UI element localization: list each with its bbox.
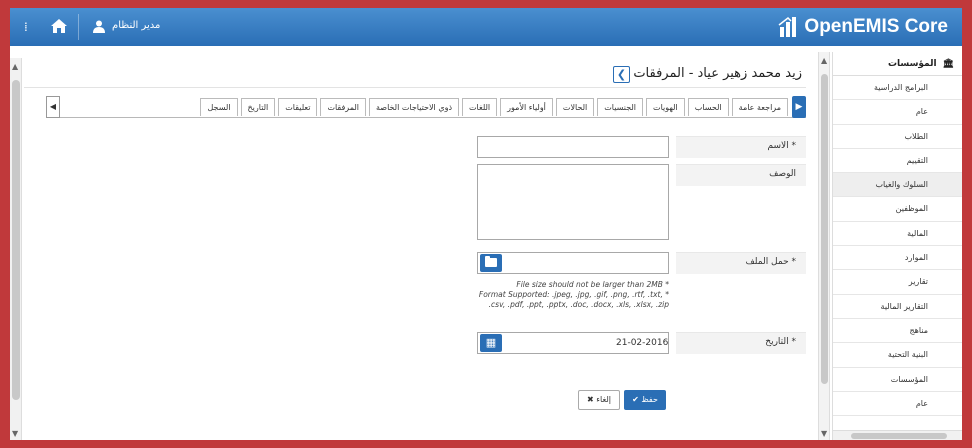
file-size-hint: File size should not be larger than 2MB … xyxy=(516,280,669,289)
sidebar-item[interactable]: التقارير المالية xyxy=(833,295,962,319)
page-title: زيد محمد زهير عياد - المرفقات xyxy=(633,66,802,81)
tab-account[interactable]: الحساب xyxy=(687,98,729,116)
tab-scroll-right-button[interactable]: ▶ xyxy=(792,96,806,118)
openemis-logo-icon xyxy=(778,17,797,37)
tab-languages[interactable]: اللغات xyxy=(462,98,498,116)
institution-icon: 🏛 xyxy=(942,58,954,69)
name-label: * الاسم xyxy=(676,136,806,158)
tab-history[interactable]: التاريخ xyxy=(240,98,276,116)
divider xyxy=(78,14,79,40)
save-button[interactable]: ✔ حفظ xyxy=(624,390,666,410)
save-label: حفظ xyxy=(641,395,658,404)
browse-file-button[interactable] xyxy=(480,254,502,272)
file-format-hint: Format Supported: .jpeg, .jpg, .gif, .pn… xyxy=(478,290,669,299)
calendar-icon[interactable]: ▦ xyxy=(480,334,502,352)
app-window: ⁞ مدير النظام OpenEMIS Core ▲ ▼ زيد محمد xyxy=(10,8,962,440)
sidebar: 🏛 المؤسسات البرامج الدراسية عام الطلاب ا… xyxy=(832,52,962,440)
back-button[interactable]: ❮ xyxy=(613,66,630,83)
sidebar-item[interactable]: البنية التحتية xyxy=(833,343,962,368)
description-textarea[interactable] xyxy=(477,164,669,240)
scroll-up-icon[interactable]: ▲ xyxy=(821,56,827,65)
tab-statuses[interactable]: الحالات xyxy=(555,98,595,116)
cancel-button[interactable]: ✖ إلغاء xyxy=(578,390,620,410)
tab-identities[interactable]: الهويات xyxy=(646,98,685,116)
tab-special-needs[interactable]: ذوي الاحتياجات الخاصة xyxy=(368,98,460,116)
description-label: الوصف xyxy=(676,164,806,186)
sidebar-item[interactable]: التقييم xyxy=(833,149,962,174)
check-icon: ✔ xyxy=(632,395,639,404)
main-content: زيد محمد زهير عياد - المرفقات ❮ ◀ مراجعة… xyxy=(24,52,806,440)
sidebar-item[interactable]: المؤسسات xyxy=(833,368,962,392)
home-icon[interactable] xyxy=(50,17,68,35)
sidebar-item[interactable]: عام xyxy=(833,100,962,125)
date-value: 21-02-2016 xyxy=(616,338,669,348)
scroll-up-icon[interactable]: ▲ xyxy=(12,62,18,71)
sidebar-item[interactable]: البرامج الدراسية xyxy=(833,76,962,101)
brand-name: OpenEMIS Core xyxy=(804,16,948,37)
tab-comments[interactable]: تعليقات xyxy=(278,98,318,116)
file-path-field[interactable] xyxy=(477,252,669,274)
tab-bar: ◀ مراجعة عامة الحساب الهويات الجنسيات ال… xyxy=(46,96,806,118)
sidebar-item[interactable]: مناهج xyxy=(833,319,962,344)
menu-icon[interactable]: ⁞ xyxy=(24,20,28,34)
file-format-list: .csv, .pdf, .ppt, .pptx, .doc, .docx, .x… xyxy=(488,300,669,309)
sidebar-header[interactable]: 🏛 المؤسسات xyxy=(833,52,962,76)
folder-icon xyxy=(485,256,497,267)
tab-attachments[interactable]: المرفقات xyxy=(320,98,366,116)
sidebar-item[interactable]: الموظفين xyxy=(833,197,962,222)
close-icon: ✖ xyxy=(587,395,594,404)
name-input[interactable] xyxy=(477,136,669,158)
tab-nationalities[interactable]: الجنسيات xyxy=(597,98,644,116)
tab-scroll-left-button[interactable]: ◀ xyxy=(46,96,60,118)
date-label: * التاريخ xyxy=(676,332,806,354)
sidebar-item[interactable]: الموارد xyxy=(833,246,962,271)
scrollbar-thumb[interactable] xyxy=(851,433,947,439)
brand: OpenEMIS Core xyxy=(778,15,948,39)
file-upload-label: * حمل الملف xyxy=(676,252,806,274)
cancel-label: إلغاء xyxy=(596,395,611,404)
scroll-down-icon[interactable]: ▼ xyxy=(821,429,827,438)
scrollbar-thumb[interactable] xyxy=(12,80,20,400)
tab-guardians[interactable]: أولياء الأمور xyxy=(500,98,553,116)
tabs: مراجعة عامة الحساب الهويات الجنسيات الحا… xyxy=(200,98,788,116)
top-navigation-bar: ⁞ مدير النظام OpenEMIS Core xyxy=(10,8,962,46)
user-icon[interactable] xyxy=(92,19,106,33)
content-scrollbar[interactable]: ▲ ▼ xyxy=(818,52,830,440)
tab-log[interactable]: السجل xyxy=(200,98,238,116)
sidebar-item-active[interactable]: السلوك والغياب xyxy=(833,173,962,198)
sidebar-header-label: المؤسسات xyxy=(887,58,937,69)
sidebar-item[interactable]: تقارير xyxy=(833,270,962,295)
sidebar-horizontal-scrollbar[interactable] xyxy=(833,430,962,440)
tab-overview[interactable]: مراجعة عامة xyxy=(731,98,788,116)
user-name[interactable]: مدير النظام xyxy=(112,20,160,31)
page-scrollbar[interactable]: ▲ ▼ xyxy=(10,58,22,440)
page-header: زيد محمد زهير عياد - المرفقات ❮ xyxy=(24,62,806,88)
scrollbar-thumb[interactable] xyxy=(821,74,828,384)
sidebar-item[interactable]: المالية xyxy=(833,222,962,247)
sidebar-item[interactable]: الطلاب xyxy=(833,125,962,149)
sidebar-item[interactable]: عام xyxy=(833,392,962,417)
scroll-down-icon[interactable]: ▼ xyxy=(12,429,18,438)
